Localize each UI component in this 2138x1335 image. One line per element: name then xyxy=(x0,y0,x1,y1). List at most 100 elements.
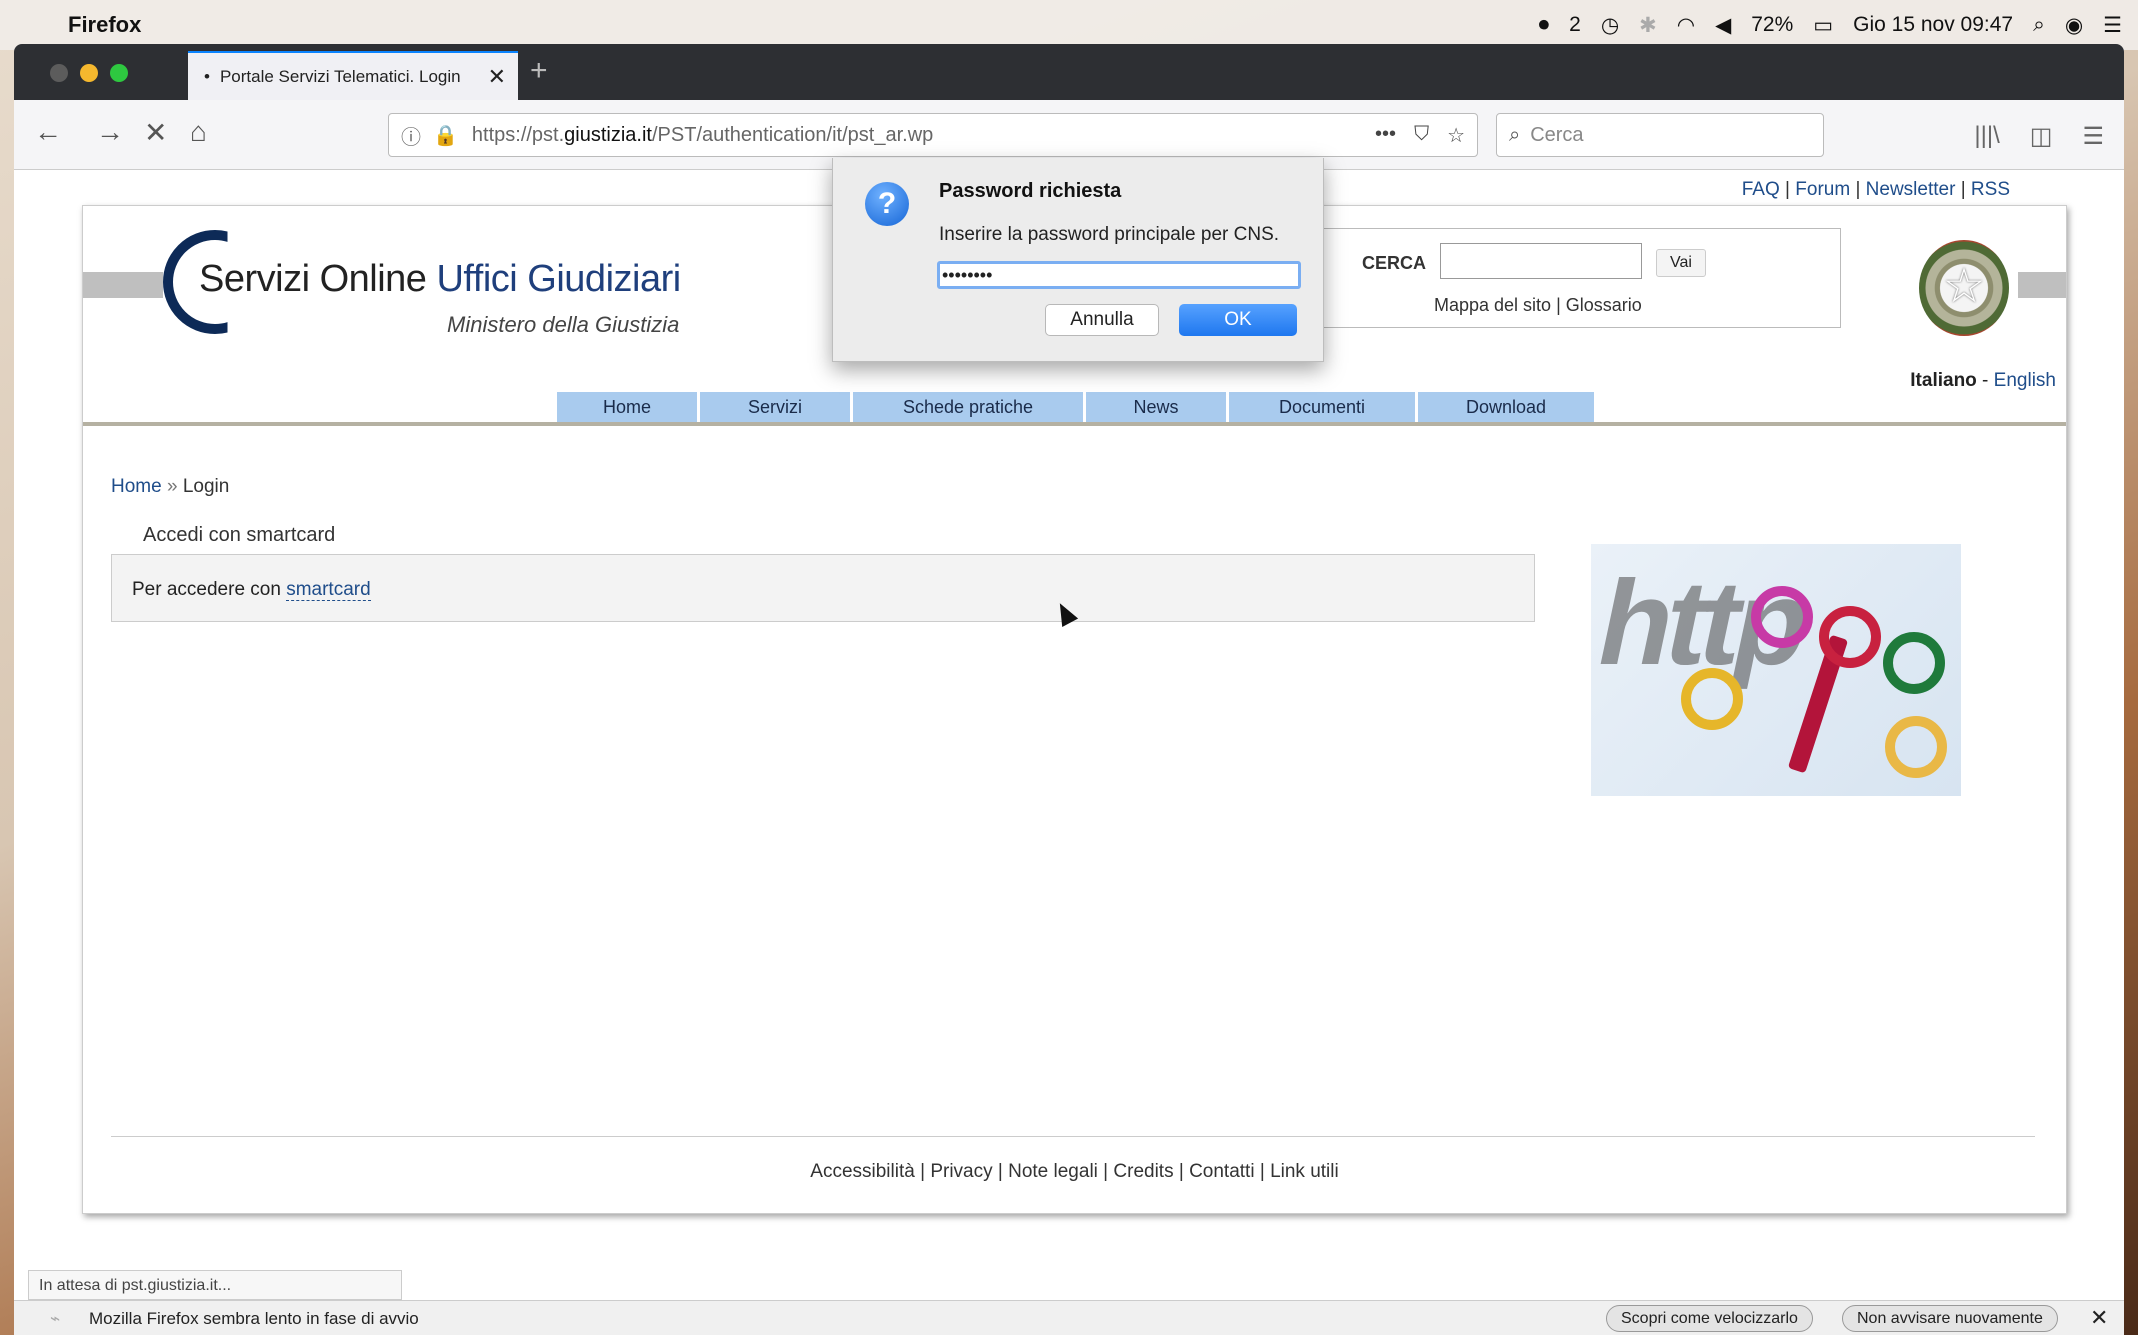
search-placeholder: Cerca xyxy=(1530,123,1584,146)
forward-icon[interactable]: → xyxy=(96,116,124,148)
wifi-icon[interactable]: ◠ xyxy=(1677,13,1695,38)
search-bar[interactable]: ⌕ Cerca xyxy=(1496,113,1824,157)
new-tab-icon[interactable]: + xyxy=(530,54,548,88)
cancel-button[interactable]: Annulla xyxy=(1045,304,1159,336)
home-icon[interactable]: ⌂ xyxy=(190,116,207,148)
question-icon: ? xyxy=(865,182,909,226)
language-switch: Italiano - English xyxy=(1910,370,2056,391)
password-input[interactable]: •••••••• xyxy=(937,261,1301,289)
dont-warn-button[interactable]: Non avvisare nuovamente xyxy=(1842,1305,2058,1332)
lang-current: Italiano xyxy=(1910,370,1977,391)
magenta-key-head xyxy=(1751,586,1813,648)
notification-close-icon[interactable]: ✕ xyxy=(2090,1305,2108,1331)
footer-note-legali[interactable]: Note legali xyxy=(1008,1161,1098,1182)
nav-divider xyxy=(83,422,2066,426)
nav-news[interactable]: News xyxy=(1086,392,1226,422)
volume-icon[interactable]: ◀ xyxy=(1715,13,1731,38)
search-go-button[interactable]: Vai xyxy=(1656,249,1706,277)
back-icon[interactable]: ← xyxy=(34,116,62,148)
top-links: FAQ | Forum | Newsletter | RSS xyxy=(1741,179,2010,200)
forum-link[interactable]: Forum xyxy=(1795,179,1850,200)
breadcrumb-home[interactable]: Home xyxy=(111,476,162,497)
logo-subtitle: Ministero della Giustizia xyxy=(447,312,680,337)
breadcrumb-separator: » xyxy=(161,476,183,497)
url-prefix: https://pst. xyxy=(471,123,565,146)
lang-english-link[interactable]: English xyxy=(1994,370,2056,391)
library-icon[interactable]: |||\ xyxy=(1974,122,1999,151)
footer-accessibilita[interactable]: Accessibilità xyxy=(810,1161,915,1182)
info-icon[interactable]: ⓘ xyxy=(401,121,421,150)
url-domain: giustizia.it xyxy=(564,123,652,146)
stop-icon[interactable]: ✕ xyxy=(144,116,167,149)
smartcard-box: Per accedere con smartcard xyxy=(111,554,1535,622)
nav-schede-pratiche[interactable]: Schede pratiche xyxy=(853,392,1083,422)
logo-blue: Uffici Giudiziari xyxy=(436,258,681,300)
url-bar[interactable]: ⓘ 🔒 https://pst. giustizia.it/PST/authent… xyxy=(388,113,1478,157)
speed-up-button[interactable]: Scopri come velocizzarlo xyxy=(1606,1305,1813,1332)
footer-links: Accessibilità | Privacy | Note legali | … xyxy=(810,1161,1339,1182)
rss-link[interactable]: RSS xyxy=(1971,179,2010,200)
url-path: /PST/authentication/it/pst_ar.wp xyxy=(651,123,934,146)
keys-illustration: http xyxy=(1591,544,1961,796)
footer-credits[interactable]: Credits xyxy=(1113,1161,1173,1182)
battery-percent[interactable]: 72% xyxy=(1751,13,1793,37)
dialog-message: Inserire la password principale per CNS. xyxy=(939,224,1280,245)
hamburger-menu-icon[interactable]: ☰ xyxy=(2082,122,2104,151)
footer-link-utili[interactable]: Link utili xyxy=(1270,1161,1339,1182)
record-icon[interactable]: ⏺ xyxy=(1539,13,1550,37)
footer-divider xyxy=(111,1136,2035,1137)
battery-icon: ▭ xyxy=(1813,13,1834,37)
site-logo[interactable]: Servizi Online Uffici Giudiziari xyxy=(199,258,681,301)
macos-menubar: Firefox ⏺ 2 ◷ ✱ ◠ ◀ 72% ▭ Gio 15 nov 09:… xyxy=(0,0,2138,50)
decor-bar-left xyxy=(83,272,163,298)
search-label: CERCA xyxy=(1362,253,1427,273)
footer-privacy[interactable]: Privacy xyxy=(930,1161,992,1182)
footer-contatti[interactable]: Contatti xyxy=(1189,1161,1254,1182)
tab-close-icon[interactable]: ✕ xyxy=(488,64,506,90)
notification-icon: ⌁ xyxy=(50,1309,61,1328)
notification-center-icon[interactable]: ☰ xyxy=(2103,13,2122,38)
logo-main: Servizi Online xyxy=(199,258,427,300)
bluetooth-icon[interactable]: ✱ xyxy=(1639,13,1657,38)
nav-download[interactable]: Download xyxy=(1418,392,1594,422)
tab-bar: • Portale Servizi Telematici. Login ✕ + xyxy=(14,44,2124,100)
siri-icon[interactable]: ◉ xyxy=(2065,13,2083,38)
green-key-head xyxy=(1883,632,1945,694)
breadcrumb-current: Login xyxy=(182,476,230,497)
bookmark-star-icon[interactable]: ☆ xyxy=(1447,123,1465,148)
faq-link[interactable]: FAQ xyxy=(1742,179,1780,200)
close-window-icon[interactable] xyxy=(50,64,68,82)
password-dialog: ? Password richiesta Inserire la passwor… xyxy=(832,158,1324,362)
search-links: Mappa del sito | Glossario xyxy=(1434,295,1642,315)
loading-dot-icon: • xyxy=(204,66,210,86)
smartcard-text: Per accedere con xyxy=(132,579,287,600)
ok-button[interactable]: OK xyxy=(1179,304,1297,336)
zoom-window-icon[interactable] xyxy=(110,64,128,82)
lock-icon[interactable]: 🔒 xyxy=(433,123,458,148)
glossary-link[interactable]: Glossario xyxy=(1566,295,1642,315)
content-title: Accedi con smartcard xyxy=(143,524,336,546)
site-search-input[interactable] xyxy=(1440,243,1642,279)
sitemap-link[interactable]: Mappa del sito xyxy=(1434,295,1551,315)
nav-servizi[interactable]: Servizi xyxy=(700,392,850,422)
app-name[interactable]: Firefox xyxy=(68,12,141,38)
page-actions-icon[interactable]: ••• xyxy=(1375,123,1396,148)
sidebar-icon[interactable]: ◫ xyxy=(2030,122,2053,151)
search-icon: ⌕ xyxy=(1509,123,1521,146)
smartcard-link[interactable]: smartcard xyxy=(286,579,371,601)
minimize-window-icon[interactable] xyxy=(80,64,98,82)
newsletter-link[interactable]: Newsletter xyxy=(1866,179,1956,200)
tab-active[interactable]: • Portale Servizi Telematici. Login ✕ xyxy=(188,51,518,100)
nav-documenti[interactable]: Documenti xyxy=(1229,392,1415,422)
tab-title: Portale Servizi Telematici. Login xyxy=(219,66,461,86)
pocket-icon[interactable]: ⛉ xyxy=(1414,123,1429,148)
republic-emblem-icon: ☆ xyxy=(1919,240,2009,336)
datetime[interactable]: Gio 15 nov 09:47 xyxy=(1853,13,2013,37)
badge-count[interactable]: 2 xyxy=(1569,13,1581,37)
nav-home[interactable]: Home xyxy=(557,392,697,422)
notification-bar: ⌁ Mozilla Firefox sembra lento in fase d… xyxy=(14,1300,2124,1335)
dialog-title: Password richiesta xyxy=(939,180,1122,202)
clock-icon[interactable]: ◷ xyxy=(1601,13,1619,38)
notification-message: Mozilla Firefox sembra lento in fase di … xyxy=(89,1309,419,1328)
spotlight-icon[interactable]: ⌕ xyxy=(2033,13,2045,37)
